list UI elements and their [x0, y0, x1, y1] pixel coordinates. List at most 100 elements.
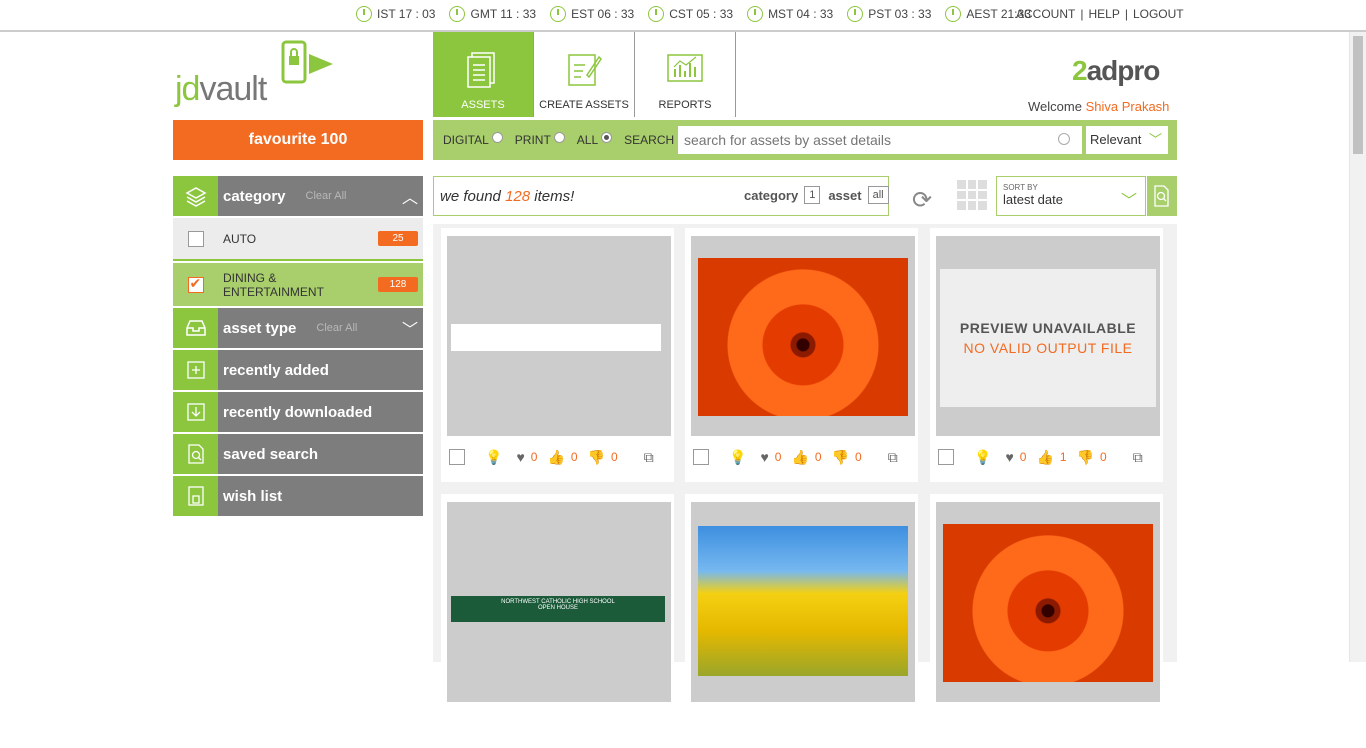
filter-all-label: ALL [576, 133, 599, 147]
chevron-down-icon: ﹀ [1148, 132, 1162, 147]
category-item-auto[interactable]: AUTO 25 [173, 218, 423, 261]
bulb-icon[interactable]: 💡 [974, 449, 991, 466]
open-external-icon[interactable]: ⧉ [1133, 449, 1143, 466]
category-label: category [223, 187, 286, 205]
search-input[interactable] [678, 126, 1082, 154]
sort-select[interactable]: SORT BY latest date ﹀ [996, 176, 1146, 216]
page-scrollbar[interactable] [1349, 32, 1366, 662]
tab-create-assets[interactable]: CREATE ASSETS [534, 32, 635, 117]
tulips-image [698, 526, 908, 676]
asset-thumbnail[interactable] [691, 502, 915, 702]
category-clear-all[interactable]: Clear All [306, 190, 347, 202]
account-links: ACCOUNT | HELP | LOGOUT [1016, 7, 1184, 21]
asset-thumbnail[interactable] [447, 236, 671, 436]
checkbox[interactable] [187, 230, 204, 247]
help-link[interactable]: HELP [1088, 7, 1119, 21]
sidebar-item-recently-added[interactable]: recently added [173, 350, 423, 390]
heart-icon[interactable]: ♥ [1005, 449, 1013, 465]
category-header[interactable]: category Clear All ︿ [173, 176, 423, 216]
thumbs-down-icon[interactable]: 👎 [588, 449, 605, 466]
top-bar: IST 17 : 03 GMT 11 : 33 EST 06 : 33 CST … [0, 0, 1366, 32]
chevron-down-icon[interactable]: ﹀ [397, 308, 423, 348]
asset-card[interactable]: 💡 ♥ 0 👍 0 👎 0 ⧉ [441, 228, 674, 482]
thumbs-up-icon[interactable]: 👍 [547, 449, 564, 466]
asset-type-clear-all[interactable]: Clear All [316, 322, 357, 334]
sort-search-button[interactable] [1147, 176, 1177, 216]
open-external-icon[interactable]: ⧉ [644, 449, 654, 466]
asset-thumbnail[interactable] [691, 236, 915, 436]
clock-ist: IST 17 : 03 [356, 6, 435, 22]
asset-thumbnail[interactable]: NORTHWEST CATHOLIC HIGH SCHOOL OPEN HOUS… [447, 502, 671, 702]
thumbs-down-icon[interactable]: 👎 [1077, 449, 1094, 466]
bulb-icon[interactable]: 💡 [485, 449, 502, 466]
category-item-dining[interactable]: DINING & ENTERTAINMENT 128 [173, 263, 423, 306]
select-checkbox[interactable] [449, 449, 465, 465]
search-icon[interactable] [1058, 133, 1070, 145]
results-summary: we found 128 items! category 1 asset all ⟳ [433, 176, 932, 216]
favourite-button[interactable]: favourite 100 [173, 120, 423, 160]
account-link[interactable]: ACCOUNT [1016, 7, 1075, 21]
document-search-icon [173, 434, 218, 474]
clock-gmt: GMT 11 : 33 [449, 6, 536, 22]
open-external-icon[interactable]: ⧉ [888, 449, 898, 466]
asset-thumbnail[interactable]: PREVIEW UNAVAILABLE NO VALID OUTPUT FILE [936, 236, 1160, 436]
bulb-icon[interactable]: 💡 [729, 449, 746, 466]
card-actions: 💡 ♥ 0 👍 0 👎 0 ⧉ [693, 448, 913, 466]
sidebar-item-saved-search[interactable]: saved search [173, 434, 423, 474]
select-checkbox[interactable] [693, 449, 709, 465]
asset-thumbnail[interactable] [936, 502, 1160, 702]
asset-card[interactable]: NORTHWEST CATHOLIC HIGH SCHOOL OPEN HOUS… [441, 494, 674, 748]
refresh-icon[interactable]: ⟳ [912, 186, 932, 215]
asset-count-pill: all [867, 186, 889, 204]
clock-icon [847, 6, 864, 22]
search-label: SEARCH [624, 133, 675, 147]
clock-icon [648, 6, 665, 22]
select-checkbox[interactable] [938, 449, 954, 465]
filter-digital-label: DIGITAL [443, 133, 489, 147]
asset-card[interactable]: PREVIEW UNAVAILABLE NO VALID OUTPUT FILE… [930, 228, 1163, 482]
clock-icon [356, 6, 372, 22]
sidebar-item-wish-list[interactable]: wish list [173, 476, 423, 516]
asset-card[interactable] [930, 494, 1163, 748]
documents-icon [467, 52, 495, 88]
thumbs-down-icon[interactable]: 👎 [832, 449, 849, 466]
logout-link[interactable]: LOGOUT [1133, 7, 1184, 21]
card-actions: 💡 ♥ 0 👍 0 👎 0 ⧉ [449, 448, 669, 466]
asset-type-header[interactable]: asset type Clear All ﹀ [173, 308, 423, 348]
radio-print[interactable] [553, 131, 565, 143]
clock-est: EST 06 : 33 [550, 6, 634, 22]
radio-all[interactable] [601, 131, 613, 143]
results-text: we found 128 items! [440, 187, 575, 205]
layers-icon [173, 176, 218, 216]
clock-cst: CST 05 : 33 [648, 6, 733, 22]
sidebar-item-recently-downloaded[interactable]: recently downloaded [173, 392, 423, 432]
sidebar: category Clear All ︿ AUTO 25 DINING & ENT… [173, 176, 423, 518]
thumbs-up-icon[interactable]: 👍 [791, 449, 808, 466]
filter-bar: DIGITAL PRINT ALL SEARCH Relevant﹀ [433, 120, 1177, 160]
filter-print-label: PRINT [514, 133, 551, 147]
tab-reports[interactable]: REPORTS [635, 32, 736, 117]
heart-icon[interactable]: ♥ [760, 449, 768, 465]
radio-digital[interactable] [491, 131, 503, 143]
tab-assets[interactable]: ASSETS [433, 32, 534, 117]
asset-card[interactable]: 💡 ♥ 0 👍 0 👎 0 ⧉ [685, 228, 918, 482]
scroll-thumb[interactable] [1353, 36, 1363, 154]
grid-view-icon[interactable] [957, 180, 987, 210]
asset-grid: 💡 ♥ 0 👍 0 👎 0 ⧉ 💡 ♥ 0 👍 0 👎 0 ⧉ PREVIEW UNAVAI… [433, 224, 1177, 748]
thumbs-up-icon[interactable]: 👍 [1036, 449, 1053, 466]
clock-icon [747, 6, 764, 22]
chevron-up-icon[interactable]: ︿ [397, 176, 423, 216]
asset-card[interactable] [685, 494, 918, 748]
jdvault-logo[interactable]: jdvault [173, 40, 338, 110]
edit-document-icon [568, 54, 602, 86]
user-name[interactable]: Shiva Prakash [1086, 99, 1170, 114]
tray-icon [173, 308, 218, 348]
heart-icon[interactable]: ♥ [516, 449, 524, 465]
welcome-message: Welcome Shiva Prakash [1028, 99, 1170, 114]
checkbox-checked[interactable] [187, 275, 204, 293]
flower-image [943, 524, 1153, 682]
download-icon [173, 392, 218, 432]
school-banner: NORTHWEST CATHOLIC HIGH SCHOOL OPEN HOUS… [451, 596, 665, 622]
category-name: DINING & ENTERTAINMENT [223, 270, 324, 299]
relevance-select[interactable]: Relevant ﹀ [1086, 126, 1168, 154]
